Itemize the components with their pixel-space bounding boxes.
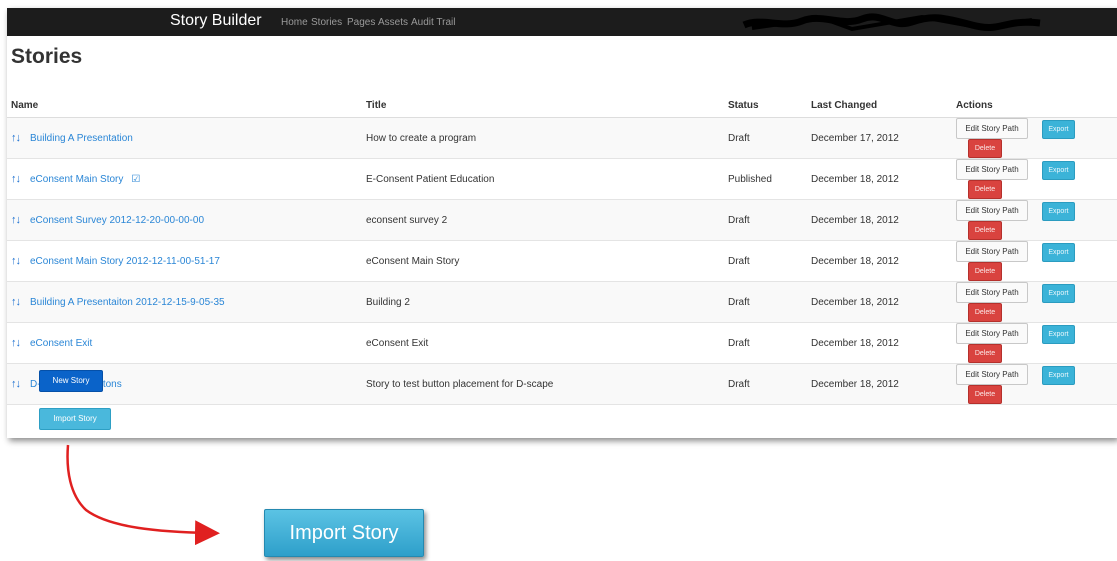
red-curved-arrow	[66, 444, 220, 546]
callout-arrow	[66, 444, 220, 546]
import-story-callout-button[interactable]: Import Story	[264, 509, 424, 557]
